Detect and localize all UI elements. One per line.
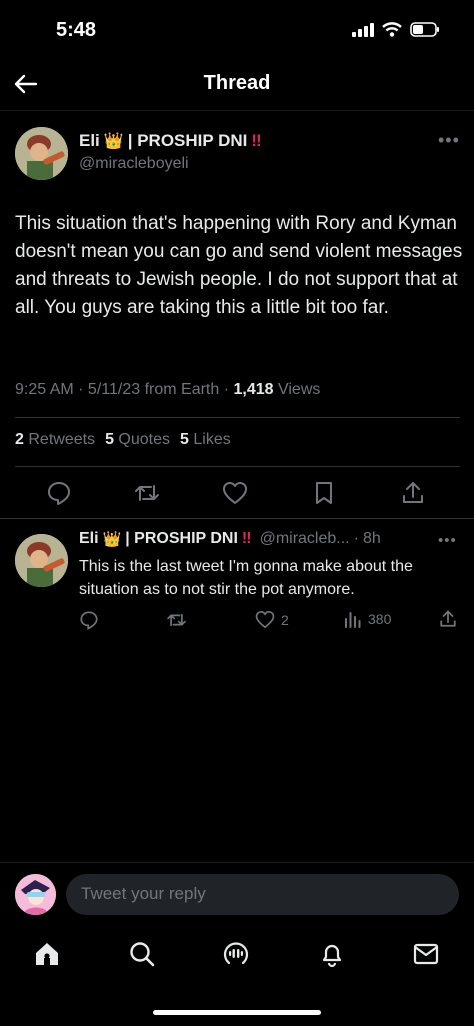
avatar[interactable] [15,127,68,180]
views-icon [345,612,361,628]
crown-emoji-icon: 👑 [102,531,122,548]
reply-like-count: 2 [281,611,289,628]
retweet-icon [167,613,186,627]
reply-button[interactable] [79,610,99,630]
reply-icon [48,482,70,505]
spaces-icon [223,942,249,965]
double-exclamation-icon: ‼ [241,530,252,547]
share-button[interactable] [401,480,427,506]
tab-messages[interactable] [412,940,442,970]
notifications-icon [322,944,342,968]
status-time: 5:48 [56,19,97,41]
likes-stat[interactable]: 5 Likes [180,431,231,449]
tab-search[interactable] [128,940,158,970]
avatar-image [15,127,68,180]
likes-count: 5 [180,431,189,448]
quotes-label: Quotes [118,431,171,448]
like-button[interactable] [222,481,248,507]
reply-view-count: 380 [368,611,392,627]
page-title: Thread [203,72,271,94]
retweets-stat[interactable]: 2 Retweets [15,431,95,449]
views-button[interactable]: 380 [344,610,391,628]
bookmark-button[interactable] [313,480,339,506]
crown-emoji-icon: 👑 [103,133,124,150]
tab-home[interactable] [33,940,63,970]
dot-separator: · [353,530,359,547]
reply-age: 8h [362,530,381,547]
share-icon [403,482,423,503]
author-name[interactable]: Eli 👑 | PROSHIP DNI ‼ [79,131,262,151]
retweets-label: Retweets [28,431,96,448]
avatar[interactable] [15,534,68,587]
author-handle[interactable]: @miracleboyeli [79,155,189,173]
retweet-icon [135,485,159,501]
bookmark-icon [316,482,332,504]
quotes-stat[interactable]: 5 Quotes [105,431,170,449]
name-suffix: | PROSHIP DNI [127,131,248,150]
tab-spaces[interactable] [222,940,252,970]
share-icon [440,610,456,627]
reply-author[interactable]: Eli 👑 | PROSHIP DNI ‼ @miracleb... · 8h [79,530,381,548]
tab-notifications[interactable] [318,940,348,970]
more-icon[interactable]: ••• [438,130,460,151]
tweet-stats: 2 Retweets 5 Quotes 5 Likes [15,431,231,449]
share-button[interactable] [439,609,457,629]
quotes-count: 5 [105,431,114,448]
divider [15,466,460,467]
display-name: Eli [79,530,99,547]
home-indicator[interactable] [153,1010,321,1015]
reply-input-placeholder: Tweet your reply [81,884,206,903]
reply-button[interactable] [46,480,72,506]
tweet-source: from Earth [144,381,220,398]
tweet-time: 9:25 AM [15,381,74,398]
reply-icon [80,611,98,630]
retweet-button[interactable] [166,610,187,630]
name-suffix: | PROSHIP DNI [125,530,238,547]
signal-icon [352,22,374,37]
like-button[interactable]: 2 [255,610,289,629]
like-icon [255,610,275,629]
header-divider [0,110,474,111]
avatar-image [15,874,56,915]
thread-divider [0,518,474,519]
my-avatar[interactable] [15,874,56,915]
reply-handle: @miracleb... [259,530,350,547]
messages-icon [413,943,439,965]
views-label: Views [277,381,321,398]
more-icon[interactable]: ••• [438,532,457,549]
likes-label: Likes [193,431,231,448]
battery-icon [410,22,439,37]
tweet-meta: 9:25 AM · 5/11/23 from Earth · 1,418 Vie… [15,381,321,398]
views-count: 1,418 [233,381,274,398]
composer-divider [0,862,474,863]
like-icon [223,482,247,504]
search-icon [130,942,155,967]
home-icon [36,943,58,965]
tweet-text: This situation that's happening with Ror… [15,213,463,318]
retweets-count: 2 [15,431,24,448]
retweet-button[interactable] [134,480,160,506]
reply-text: This is the last tweet I'm gonna make ab… [79,558,413,598]
avatar-image [15,534,68,587]
wifi-icon [382,22,402,37]
double-exclamation-icon: ‼ [251,131,262,150]
status-icons [352,22,440,37]
tweet-date: 5/11/23 [87,381,141,398]
divider [15,417,460,418]
display-name: Eli [79,131,100,150]
